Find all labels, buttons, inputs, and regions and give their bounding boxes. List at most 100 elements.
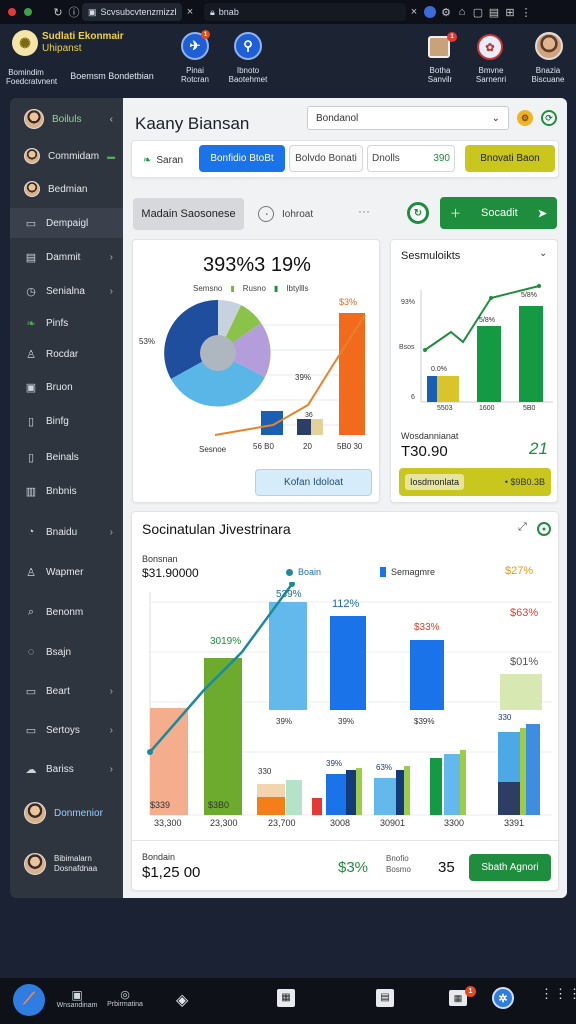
logo-icon[interactable]: ✺ [12,30,38,56]
row-label: 39% [276,717,293,726]
close-tab-icon[interactable]: × [182,4,198,20]
low-label: $339 [150,800,171,810]
close-icon[interactable]: × [406,4,422,20]
legend-marker-icon [286,568,293,576]
legend-item: Rusno [242,284,266,293]
summary-action-button[interactable]: Kofan Idoloat [255,469,372,496]
browser-tab[interactable]: ▣ Scvsubcvtenzmizzbvd [82,3,182,21]
x-label: 30901 [380,818,406,828]
sidebar-item-label: Bruon [46,381,73,393]
sidebar-item-bedmian[interactable]: Bedmian [10,174,123,204]
taskbar-calendar-icon[interactable]: ▦ [277,989,295,1007]
footer-count: 35 [438,859,455,876]
sidebar-item-benonm[interactable]: ⌕ Benonm [10,597,123,627]
status-icon[interactable]: ● [537,522,551,536]
sidebar-item-label: Pinfs [46,317,69,329]
filter-chip[interactable]: Madain Saosonese [133,198,244,230]
refresh-icon[interactable]: ↻ [50,4,66,20]
header-action-2-icon[interactable]: ⚲ [234,32,262,60]
extension-cart-icon[interactable]: ⊞ [502,4,518,20]
sidebar-profile-secondary[interactable]: Bibimalarn Dosnafdnaa [10,846,123,882]
sidebar-item-label: Beart [46,685,70,697]
right-app-2-icon[interactable]: ✿ [477,34,503,60]
tab-saran[interactable]: ❧ Saran [143,150,183,170]
bar-tan [311,419,323,435]
sidebar-profile-sub-1: Bibimalarn [54,854,92,863]
trend-point [423,348,427,352]
more-options-icon[interactable]: ··· [358,204,370,218]
primary-action-button[interactable]: ＋ Socadit ➤ [440,197,557,229]
right-profile-avatar[interactable] [535,32,563,60]
side-card-pill[interactable]: Iosdmonlata • $9B0.3B [399,468,551,496]
small-label: 330 [498,713,512,722]
sidebar-item-rocdar[interactable]: ♙ Rocdar [10,339,123,369]
menu-icon[interactable]: ⋮ [518,4,534,20]
lock-icon: 🔒︎ [210,6,215,17]
chevron-down-icon[interactable]: ⌄ [539,248,547,259]
bar-green [519,306,543,402]
sidebar-item-bsajn[interactable]: ◌ Bsajn [10,637,123,667]
low-label: $3B0 [208,800,230,810]
chevron-right-icon: › [109,724,113,736]
taskbar-app-1[interactable]: ▣ Wnsandinam [52,988,102,1009]
image-icon: ▣ [25,381,37,394]
y-label: Bsos [399,344,415,351]
tab-bolvdo[interactable]: Bolvdo Bonati [289,145,363,172]
footer-mid: Bnofio Bosmo [386,853,411,875]
sidebar-item-dammit[interactable]: ▤ Dammit › [10,242,123,272]
tab-action-button[interactable]: Bnovati Baon [465,145,555,172]
trend-point [537,284,541,288]
settings-icon[interactable]: ⚙ [517,110,533,126]
extension-box-icon[interactable]: ▢ [470,4,486,20]
sidebar-item-dempaigl[interactable]: ▭ Dempaigl [10,208,123,238]
apps-grid-icon[interactable]: ⋮⋮⋮ [540,987,576,1000]
taskbar-app-2[interactable]: ◎ Prbirmatina [103,988,147,1008]
sidebar-item-boiluls[interactable]: Boiluls ‹ [10,104,123,134]
sidebar-item-wapmer[interactable]: ♙ Wapmer [10,557,123,587]
legend-bar-label: Semagmre [391,567,436,577]
sidebar-item-senialna[interactable]: ◷ Senialna › [10,276,123,306]
info-icon[interactable]: ⓘ [66,4,82,20]
bar-pale-green [500,674,542,710]
start-icon[interactable]: ⟋ [13,984,45,1016]
extension-gear-icon[interactable]: ⚙ [438,4,454,20]
sidebar-item-beinals[interactable]: ▯ Beinals [10,442,123,472]
sidebar-item-bruon[interactable]: ▣ Bruon [10,372,123,402]
sidebar-item-beart[interactable]: ▭ Beart › [10,676,123,706]
sidebar-item-sertoys[interactable]: ▭ Sertoys › [10,715,123,745]
leaf-icon: ❧ [143,154,152,166]
sidebar-item-bnbnis[interactable]: ▥ Bnbnis [10,476,123,506]
red-dot-icon[interactable] [4,4,20,20]
filter-option[interactable]: ◔ Iohroat [258,203,313,225]
right-app-3-caption: Bnazia Biscuane [526,66,570,84]
sidebar-item-pinfs[interactable]: ❧ Pinfs [10,308,123,338]
bar-blue [261,411,283,435]
address-bar[interactable]: 🔒︎ bnab [204,3,406,21]
view-dropdown-value: Bondanol [316,112,359,124]
green-dot-icon[interactable] [20,4,36,20]
x-label: 56 B0 [253,442,274,451]
sidebar-item-commidam[interactable]: Commidam ▬ [10,141,123,171]
chat-icon: ◎ [120,989,130,1001]
sidebar-item-binfg[interactable]: ▯ Binfg [10,406,123,436]
refresh-green-icon[interactable]: ↻ [407,202,429,224]
bar-low-label: 36 [305,412,313,419]
extension-bag-icon[interactable]: ▤ [486,4,502,20]
extension-home-icon[interactable]: ⌂ [454,4,470,20]
right-app-1-caption-2: Sanvilr [427,75,453,84]
tab-bonfidio[interactable]: Bonfidio BtoBt [199,145,285,172]
view-dropdown[interactable]: Bondanol ⌄ [307,106,509,130]
footer-action-button[interactable]: Sbath Agnori [469,854,551,881]
sidebar-profile[interactable]: Donmenior [10,798,123,828]
taskbar-diamond-icon[interactable]: ◈ [176,990,188,1010]
taskbar-document-icon[interactable]: ▤ [376,989,394,1007]
extension-blue-icon[interactable] [422,4,438,20]
sync-icon[interactable]: ⟳ [541,110,557,126]
sidebar-item-bnaidu[interactable]: ◔ Bnaidu › [10,517,123,547]
x-label: 3391 [504,818,525,828]
header-action-2-caption: Ibnoto Baotehmet [222,66,274,84]
sidebar-item-bariss[interactable]: ☁ Bariss › [10,754,123,784]
taskbar-settings-icon[interactable]: ✲ [492,987,514,1009]
tab-dnolls[interactable]: Dnolls 390 [367,145,455,172]
expand-icon[interactable]: ⤢ [518,521,527,534]
